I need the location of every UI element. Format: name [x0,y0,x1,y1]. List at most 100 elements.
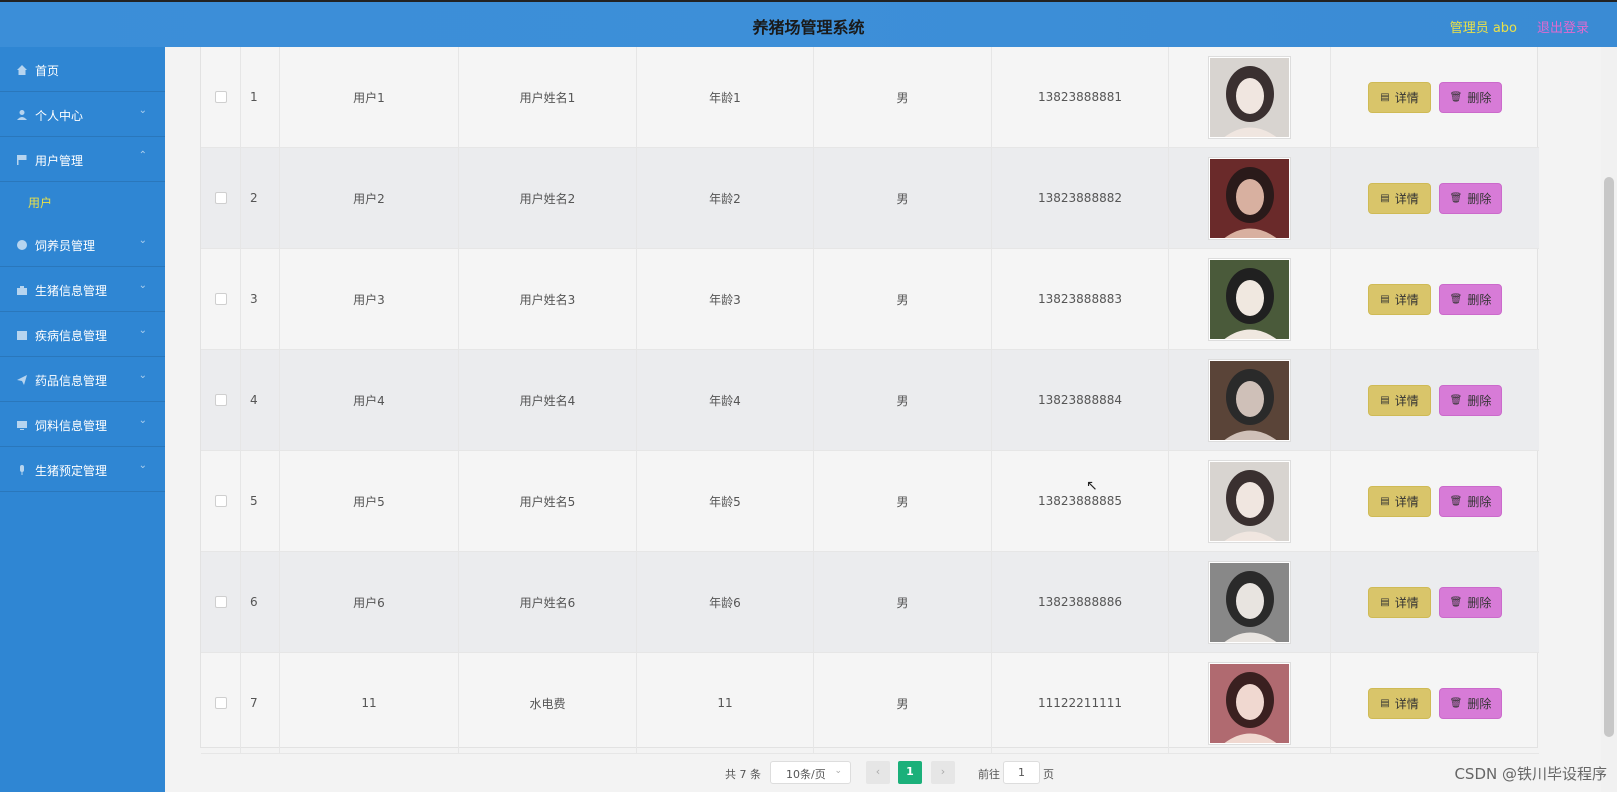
user-name: 用户姓名4 [459,350,637,450]
top-header: 养猪场管理系统 管理员 abo 退出登录 [0,0,1617,47]
user-phone: 13823888886 [992,552,1169,652]
delete-button[interactable]: 🗑 删除 [1439,283,1502,315]
row-actions: ▤ 详情 🗑 删除 [1331,47,1539,147]
sidebar-subitem-user[interactable]: 用户 [0,182,165,222]
user-photo[interactable] [1209,258,1290,340]
row-checkbox-cell [201,350,241,450]
user-account: 11 [280,653,459,753]
sidebar-item-personal[interactable]: 个人中心 ⌄ [0,92,165,137]
avatar [1210,562,1289,642]
delete-button-label: 删除 [1467,393,1492,408]
user-sex: 男 [814,47,992,147]
delete-button-label: 删除 [1467,292,1492,307]
delete-button[interactable]: 🗑 删除 [1439,182,1502,214]
row-checkbox[interactable] [214,293,227,305]
row-index: 2 [241,148,280,248]
detail-button[interactable]: ▤ 详情 [1368,384,1431,416]
scrollbar-thumb[interactable] [1604,177,1614,737]
user-account: 用户4 [280,350,459,450]
page-suffix-label: 页 [1043,768,1054,781]
user-account: 用户6 [280,552,459,652]
table-row: 7 11 水电费 11 男 11122211111 ▤ 详情 🗑 删除 [201,653,1539,754]
user-phone: 11122211111 [992,653,1169,753]
sidebar-item-medicine-info[interactable]: 药品信息管理 ⌄ [0,357,165,402]
document-icon: ▤ [1380,192,1390,204]
sidebar-item-home[interactable]: 首页 [0,47,165,92]
mic-icon [20,465,24,475]
delete-button[interactable]: 🗑 删除 [1439,586,1502,618]
document-icon: ▤ [1380,697,1390,709]
detail-button[interactable]: ▤ 详情 [1368,485,1431,517]
user-phone: 13823888883 [992,249,1169,349]
sidebar-item-users[interactable]: 用户管理 ⌃ [0,137,165,182]
user-photo[interactable] [1209,359,1290,441]
user-photo[interactable] [1209,460,1290,542]
user-photo[interactable] [1209,56,1290,138]
user-photo-cell [1169,47,1331,147]
sidebar-item-label: 饲养员管理 [35,239,96,253]
user-name: 用户姓名6 [459,552,637,652]
sidebar-item-pig-info[interactable]: 生猪信息管理 ⌄ [0,267,165,312]
watermark: CSDN @铁川毕设程序 [1454,765,1607,783]
delete-button[interactable]: 🗑 删除 [1439,687,1502,719]
user-photo[interactable] [1209,662,1290,744]
sidebar-item-pig-booking[interactable]: 生猪预定管理 ⌄ [0,447,165,492]
table-row: 3 用户3 用户姓名3 年龄3 男 13823888883 ▤ 详情 🗑 删除 [201,249,1539,350]
chevron-up-icon: ⌃ [138,150,147,161]
detail-button[interactable]: ▤ 详情 [1368,283,1431,315]
page-size-select[interactable]: 10条/页 ⌄ [770,761,851,784]
row-checkbox[interactable] [214,697,227,709]
user-photo[interactable] [1209,157,1290,239]
sidebar-item-label: 疾病信息管理 [35,329,108,343]
document-icon: ▤ [1380,293,1390,305]
row-checkbox-cell [201,653,241,753]
detail-button[interactable]: ▤ 详情 [1368,182,1431,214]
sidebar-item-label: 生猪信息管理 [35,284,108,298]
delete-button[interactable]: 🗑 删除 [1439,485,1502,517]
user-age: 年龄2 [637,148,814,248]
user-phone: 13823888881 [992,47,1169,147]
goto-page-input[interactable]: 1 [1003,761,1040,784]
avatar [1210,461,1289,541]
user-photo-cell [1169,148,1331,248]
vertical-scrollbar[interactable] [1601,47,1617,792]
prev-page-button[interactable]: ‹ [866,761,890,784]
sidebar-item-keepers[interactable]: 饲养员管理 ⌄ [0,222,165,267]
document-icon: ▤ [1380,495,1390,507]
row-index: 1 [241,47,280,147]
user-account: 用户1 [280,47,459,147]
user-name: 水电费 [459,653,637,753]
user-age: 年龄6 [637,552,814,652]
row-checkbox[interactable] [214,394,227,406]
detail-button[interactable]: ▤ 详情 [1368,687,1431,719]
row-actions: ▤ 详情 🗑 删除 [1331,148,1539,248]
detail-button-label: 详情 [1394,494,1419,509]
row-checkbox[interactable] [214,91,227,103]
document-icon: ▤ [1380,91,1390,103]
info-icon [17,240,27,250]
detail-button[interactable]: ▤ 详情 [1368,586,1431,618]
user-photo-cell [1169,653,1331,753]
sidebar-item-label: 生猪预定管理 [35,464,108,478]
current-page-button[interactable]: 1 [898,761,922,784]
user-sex: 男 [814,350,992,450]
row-index: 5 [241,451,280,551]
row-checkbox[interactable] [214,192,227,204]
detail-button[interactable]: ▤ 详情 [1368,81,1431,113]
row-checkbox[interactable] [214,495,227,507]
delete-button[interactable]: 🗑 删除 [1439,384,1502,416]
user-sex: 男 [814,653,992,753]
row-checkbox[interactable] [214,596,227,608]
delete-button-label: 删除 [1467,696,1492,711]
sidebar-item-label: 个人中心 [35,109,84,123]
next-page-button[interactable]: › [931,761,955,784]
sidebar-item-feed-info[interactable]: 饲料信息管理 ⌄ [0,402,165,447]
user-photo-cell [1169,451,1331,551]
user-photo[interactable] [1209,561,1290,643]
sidebar-item-disease-info[interactable]: 疾病信息管理 ⌄ [0,312,165,357]
delete-button[interactable]: 🗑 删除 [1439,81,1502,113]
detail-button-label: 详情 [1394,696,1419,711]
logout-link[interactable]: 退出登录 [1537,17,1589,36]
detail-button-label: 详情 [1394,595,1419,610]
avatar [1210,57,1289,137]
